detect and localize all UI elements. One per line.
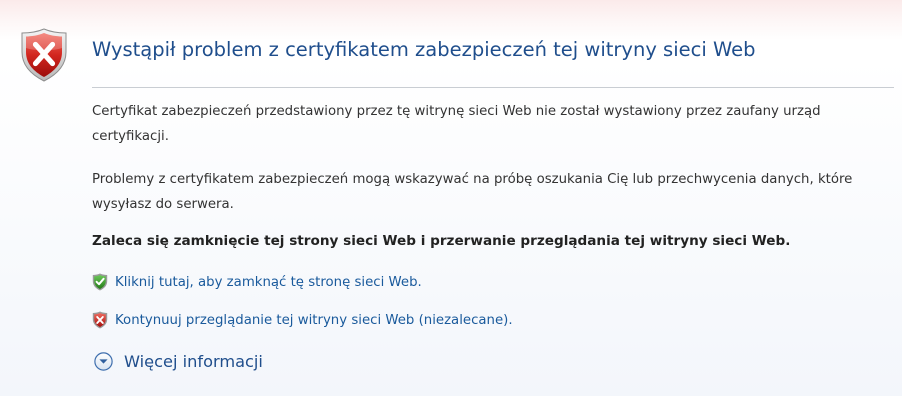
- more-information-toggle[interactable]: Więcej informacji: [94, 349, 263, 373]
- red-x-shield-icon: [92, 311, 108, 329]
- certificate-description: Certyfikat zabezpieczeń przedstawiony pr…: [92, 104, 821, 144]
- more-information-label[interactable]: Więcej informacji: [124, 352, 263, 371]
- continue-to-site-link[interactable]: Kontynuuj przeglądanie tej witryny sieci…: [92, 310, 513, 330]
- continue-to-site-link-label[interactable]: Kontynuuj przeglądanie tej witryny sieci…: [115, 313, 513, 328]
- page-title: Wystąpił problem z certyfikatem zabezpie…: [92, 38, 756, 61]
- title-divider: [92, 87, 894, 88]
- close-page-link[interactable]: Kliknij tutaj, aby zamknąć tę stronę sie…: [92, 272, 422, 292]
- certificate-error-page: Wystąpił problem z certyfikatem zabezpie…: [0, 0, 902, 396]
- security-warning-text: Problemy z certyfikatem zabezpieczeń mog…: [92, 172, 853, 212]
- expand-circle-icon[interactable]: [94, 351, 113, 371]
- recommendation-text: Zaleca się zamknięcie tej strony sieci W…: [92, 233, 791, 249]
- close-page-link-label[interactable]: Kliknij tutaj, aby zamknąć tę stronę sie…: [115, 275, 422, 290]
- green-check-shield-icon: [92, 273, 108, 291]
- error-shield-icon: [21, 28, 67, 82]
